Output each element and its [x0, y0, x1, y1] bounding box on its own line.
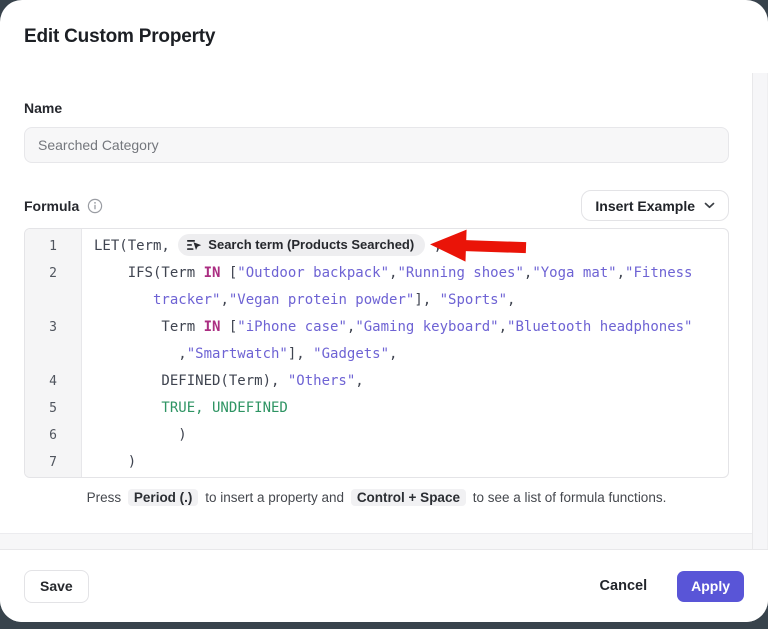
hint-pre: Press	[87, 490, 122, 505]
kbd-period: Period (.)	[128, 489, 199, 506]
code-row: LET(Term, Search term (Products Searched…	[94, 233, 728, 260]
apply-button[interactable]: Apply	[677, 571, 744, 602]
line-number: 5	[25, 395, 81, 422]
code-row: TRUE, UNDEFINED	[94, 395, 728, 422]
property-chip[interactable]: Search term (Products Searched)	[178, 234, 425, 256]
save-button[interactable]: Save	[24, 570, 89, 603]
hint-mid: to insert a property and	[205, 490, 344, 505]
line-number: 1	[25, 233, 81, 260]
insert-example-button[interactable]: Insert Example	[581, 190, 729, 221]
info-icon[interactable]	[87, 198, 103, 214]
formula-row: Formula Insert Example	[24, 190, 729, 221]
code-row: )	[94, 422, 728, 449]
insert-example-label: Insert Example	[595, 198, 695, 214]
hint-text: Press Period (.) to insert a property an…	[24, 490, 729, 505]
code-row: ,"Smartwatch"], "Gadgets",	[94, 341, 728, 368]
formula-editor[interactable]: 12 3 4567 LET(Term, Search term (Products …	[24, 228, 729, 478]
editor-gutter: 12 3 4567	[25, 229, 82, 477]
edit-custom-property-modal: Edit Custom Property Name Formula Insert…	[0, 0, 768, 622]
property-chip-icon	[187, 239, 202, 251]
chevron-down-icon	[704, 202, 715, 209]
vertical-scrollbar[interactable]	[752, 73, 768, 549]
formula-label: Formula	[24, 198, 79, 214]
code-row: Term IN ["iPhone case","Gaming keyboard"…	[94, 314, 728, 341]
content-bottom-strip	[0, 533, 768, 550]
line-number	[25, 341, 81, 368]
line-number: 3	[25, 314, 81, 341]
modal-footer: Save Cancel Apply	[0, 549, 768, 622]
modal-title: Edit Custom Property	[24, 26, 215, 48]
name-input[interactable]	[24, 127, 729, 163]
kbd-control-space: Control + Space	[351, 489, 466, 506]
line-number	[25, 287, 81, 314]
code-row: )	[94, 449, 728, 476]
code-row: DEFINED(Term), "Others",	[94, 368, 728, 395]
hint-post: to see a list of formula functions.	[473, 490, 667, 505]
line-number: 4	[25, 368, 81, 395]
line-number: 6	[25, 422, 81, 449]
line-number: 7	[25, 449, 81, 476]
cancel-button[interactable]: Cancel	[594, 577, 654, 595]
property-chip-label: Search term (Products Searched)	[208, 236, 414, 254]
editor-code[interactable]: LET(Term, Search term (Products Searched…	[82, 229, 728, 477]
code-row: tracker","Vegan protein powder"], "Sport…	[94, 287, 728, 314]
code-row: IFS(Term IN ["Outdoor backpack","Running…	[94, 260, 728, 287]
line-number: 2	[25, 260, 81, 287]
name-label: Name	[24, 100, 62, 116]
